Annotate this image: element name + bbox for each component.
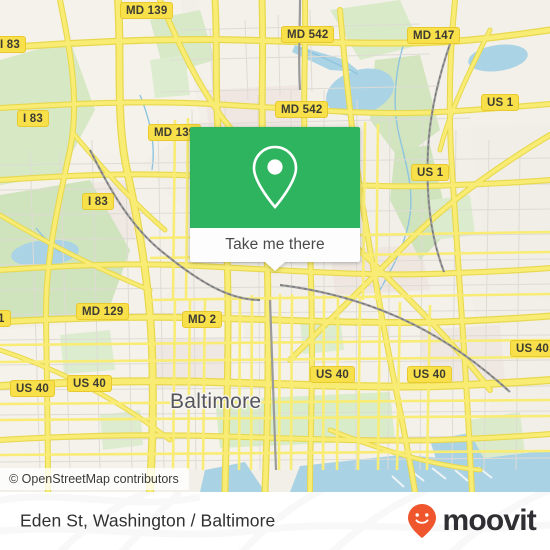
route-shield[interactable]: MD 542 [281, 26, 335, 43]
location-callout-card[interactable]: Take me there [190, 127, 360, 271]
route-shield[interactable]: MD 139 [120, 2, 174, 19]
callout-pointer-tail [265, 262, 285, 271]
route-shield[interactable]: US 1 [481, 94, 520, 111]
route-shield[interactable]: I 83 [82, 193, 114, 210]
route-shield[interactable]: US 40 [407, 366, 452, 383]
route-shield[interactable]: MD 542 [275, 101, 329, 118]
map-pin-icon [252, 145, 298, 209]
route-shield[interactable]: US 1 [411, 164, 450, 181]
take-me-there-label: Take me there [225, 236, 325, 253]
footer-bar: Eden St, Washington / Baltimore moovit [0, 492, 550, 550]
moovit-map-screenshot: Baltimore MD 139 MD 542 MD 147 I 83 US 1… [0, 0, 550, 550]
moovit-smiley-pin-icon [408, 504, 437, 538]
callout-header [190, 127, 360, 228]
route-shield[interactable]: US 40 [510, 340, 550, 357]
city-label-baltimore: Baltimore [170, 390, 262, 413]
moovit-brand[interactable]: moovit [407, 503, 537, 539]
place-title: Eden St, Washington / Baltimore [20, 510, 276, 531]
route-shield[interactable]: 1 [0, 310, 11, 327]
route-shield[interactable]: US 40 [10, 380, 55, 397]
route-shield[interactable]: MD 129 [76, 303, 130, 320]
route-shield[interactable]: US 40 [310, 366, 355, 383]
route-shield[interactable]: MD 2 [182, 311, 223, 328]
route-shield[interactable]: US 40 [67, 375, 112, 392]
route-shield[interactable]: I 83 [17, 110, 49, 127]
route-shield[interactable]: MD 147 [407, 27, 461, 44]
moovit-wordmark: moovit [442, 504, 536, 537]
callout-footer[interactable]: Take me there [190, 228, 360, 271]
osm-attribution[interactable]: © OpenStreetMap contributors [0, 468, 189, 490]
osm-attribution-text: © OpenStreetMap contributors [9, 472, 179, 486]
map-canvas[interactable]: Baltimore MD 139 MD 542 MD 147 I 83 US 1… [0, 0, 550, 492]
route-shield[interactable]: I 83 [0, 36, 26, 53]
